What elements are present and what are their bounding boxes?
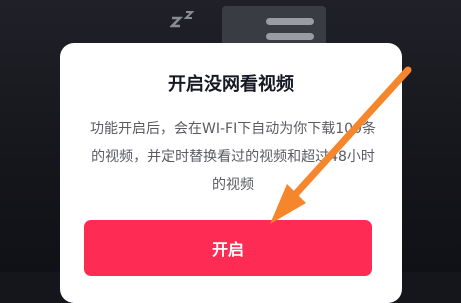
enable-button[interactable]: 开启	[84, 220, 372, 276]
dialog-description: 功能开启后，会在WI-FI下自动为你下载100条的视频，并定时替换看过的视频和超…	[90, 121, 376, 193]
offline-video-dialog: 开启没网看视频 功能开启后，会在WI-FI下自动为你下载100条的视频，并定时替…	[60, 43, 402, 303]
dialog-title: 开启没网看视频	[168, 74, 294, 95]
sleep-z-icon	[170, 11, 195, 28]
